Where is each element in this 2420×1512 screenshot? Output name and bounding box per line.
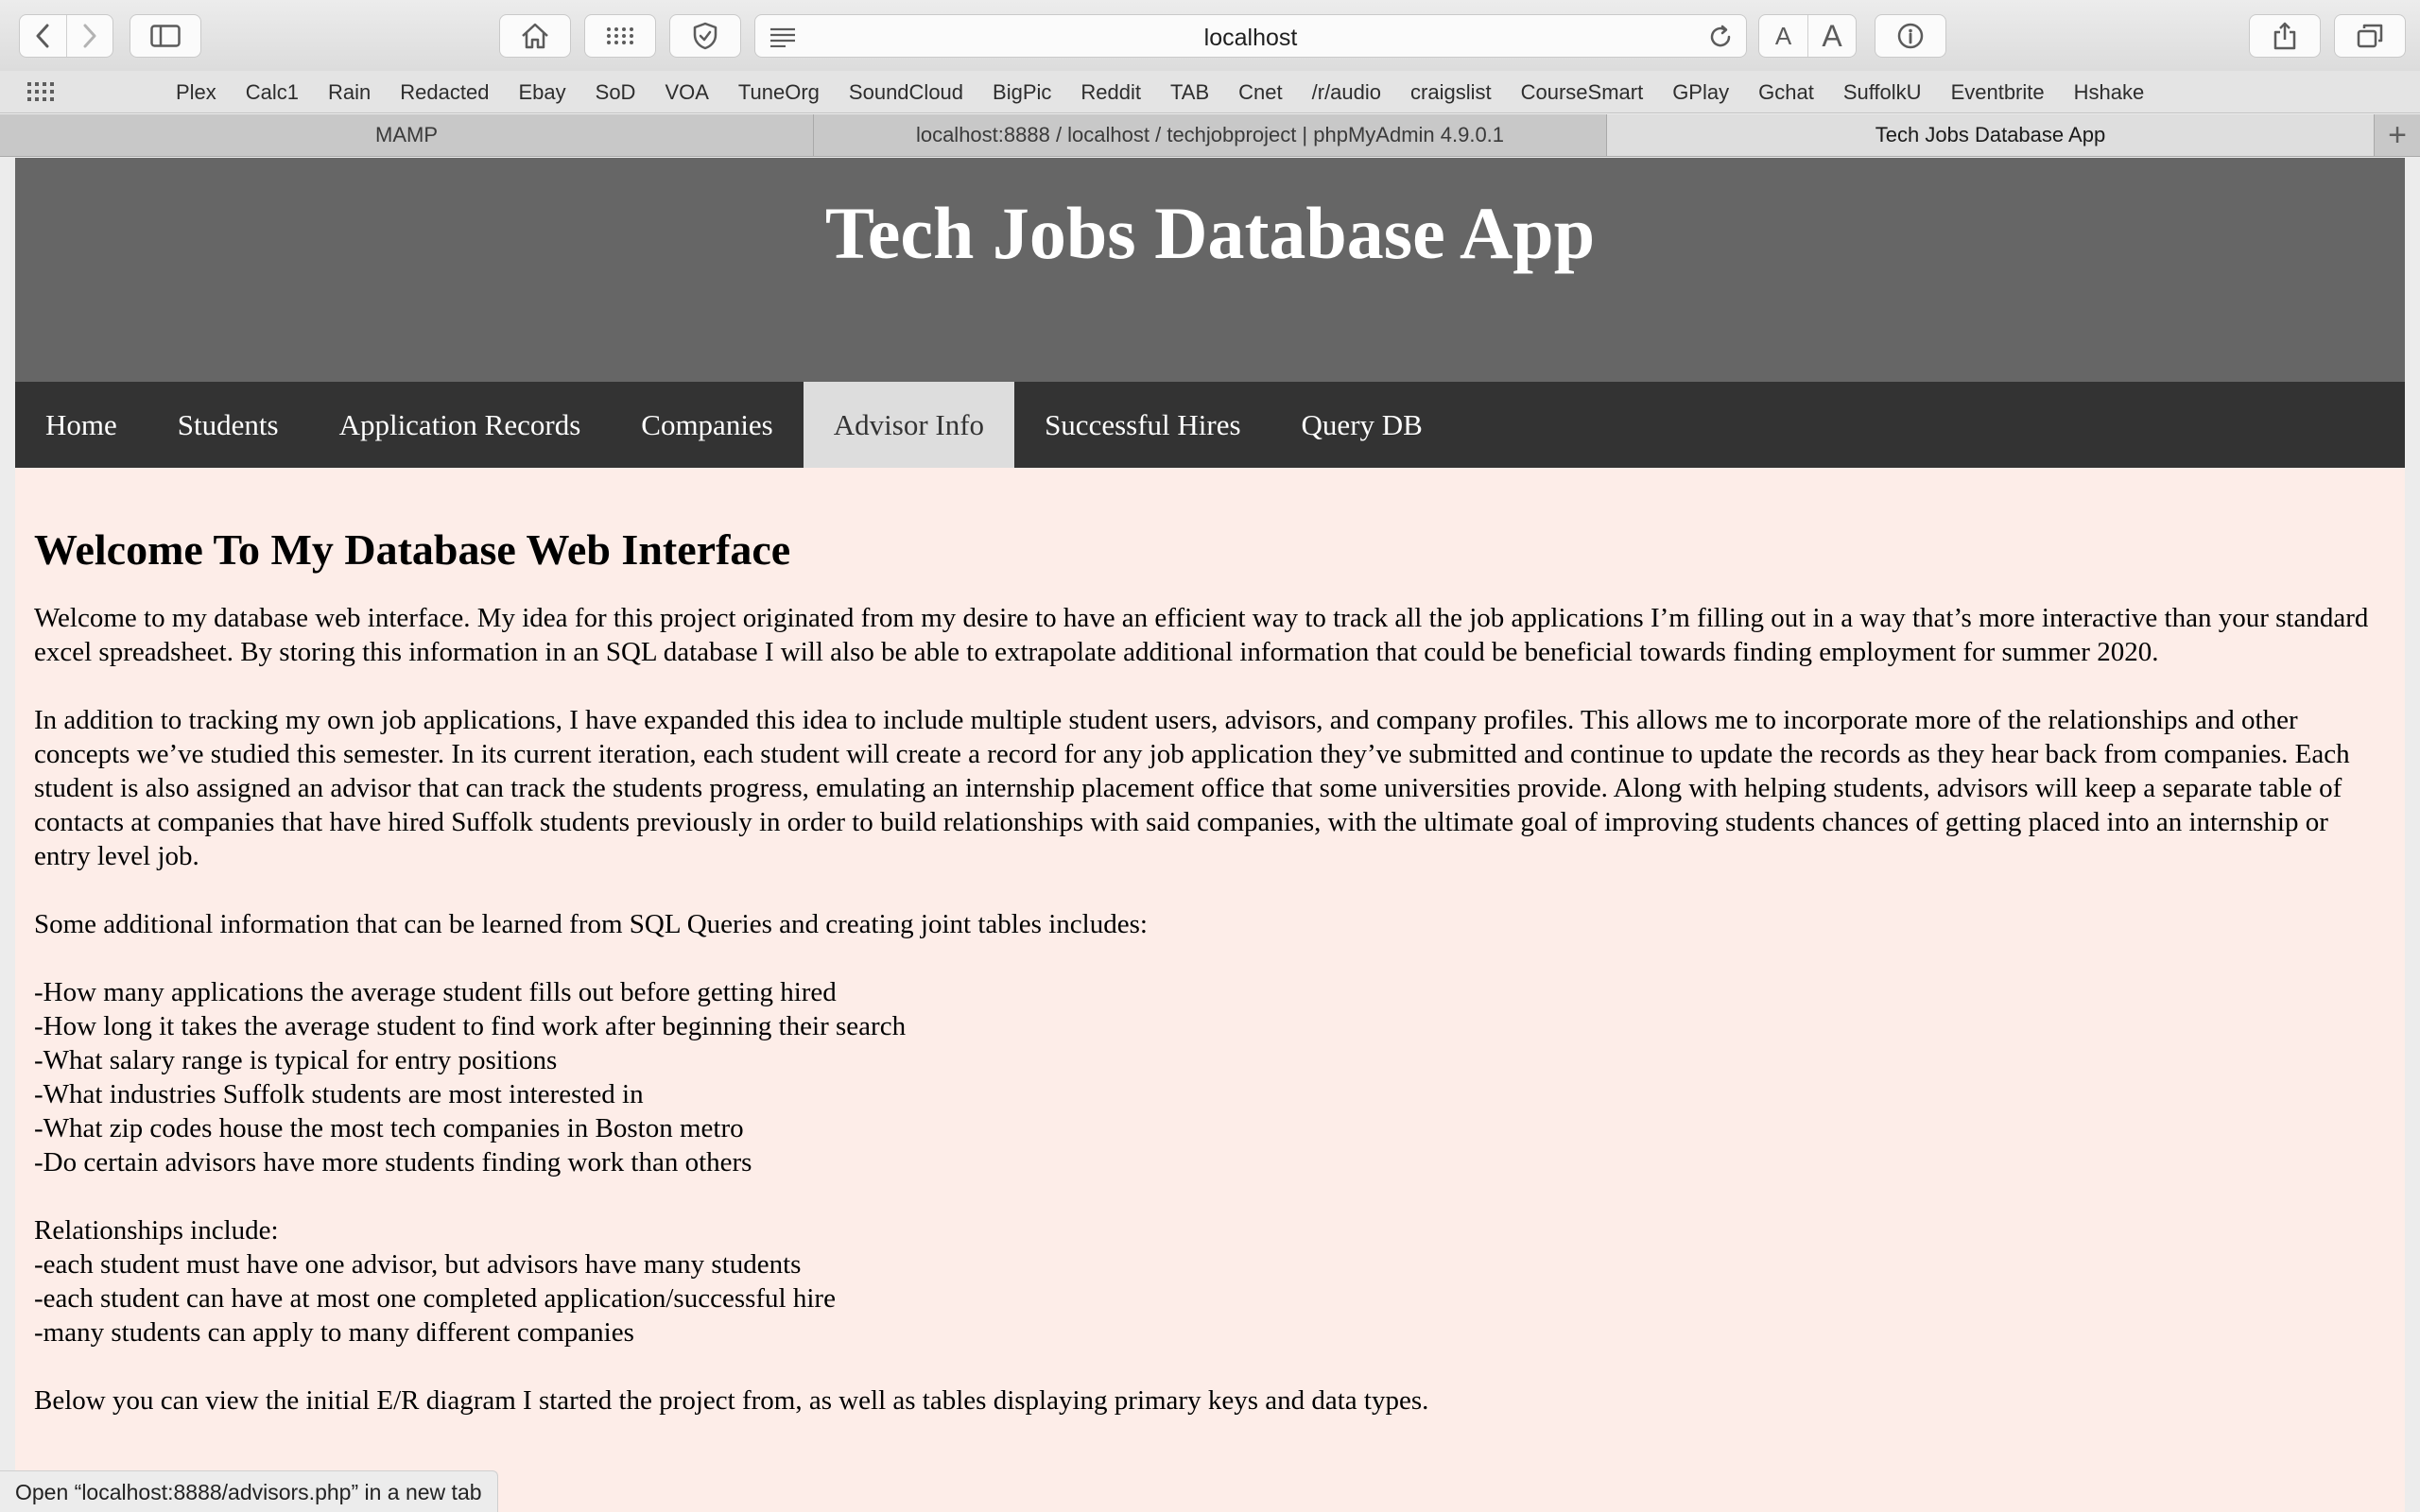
home-button[interactable]: [499, 14, 571, 58]
favorite-link[interactable]: Gchat: [1758, 80, 1814, 105]
font-smaller-button[interactable]: A: [1759, 15, 1807, 57]
favorite-link[interactable]: GPlay: [1672, 80, 1729, 105]
chevron-right-icon: [83, 24, 96, 48]
nav-advisor-info[interactable]: Advisor Info: [803, 382, 1015, 468]
address-bar[interactable]: localhost: [754, 14, 1747, 58]
favorite-link[interactable]: CourseSmart: [1521, 80, 1644, 105]
favorite-link[interactable]: BigPic: [993, 80, 1051, 105]
query-item: -What industries Suffolk students are mo…: [34, 1079, 644, 1109]
tabs-overview-icon: [2357, 24, 2383, 48]
share-icon: [2273, 22, 2296, 50]
closing-paragraph: Below you can view the initial E/R diagr…: [34, 1385, 1429, 1416]
address-url: localhost: [1203, 25, 1298, 51]
font-larger-button[interactable]: A: [1806, 15, 1856, 57]
nav-companies[interactable]: Companies: [611, 382, 804, 468]
site-header: Tech Jobs Database App: [15, 158, 2405, 382]
favorite-link[interactable]: TAB: [1170, 80, 1209, 105]
favorite-link[interactable]: craigslist: [1410, 80, 1492, 105]
sidebar-button[interactable]: [130, 14, 201, 58]
tab-phpmyadmin[interactable]: localhost:8888 / localhost / techjobproj…: [814, 114, 1607, 156]
favorite-link[interactable]: /r/audio: [1312, 80, 1381, 105]
grid-icon: [607, 27, 633, 44]
share-button[interactable]: [2249, 14, 2321, 58]
favorite-link[interactable]: Reddit: [1080, 80, 1141, 105]
intro-paragraph: Welcome to my database web interface. My…: [34, 603, 2369, 667]
tab-bar: MAMP localhost:8888 / localhost / techjo…: [0, 114, 2420, 157]
font-size-buttons: A A: [1758, 14, 1857, 58]
intro-paragraph: In addition to tracking my own job appli…: [34, 705, 2350, 871]
welcome-heading: Welcome To My Database Web Interface: [34, 525, 791, 574]
tab-mamp[interactable]: MAMP: [0, 114, 814, 156]
nav-query-db[interactable]: Query DB: [1271, 382, 1453, 468]
nav-home[interactable]: Home: [15, 382, 147, 468]
browser-toolbar: localhost A A: [0, 0, 2420, 71]
nav-successful-hires[interactable]: Successful Hires: [1014, 382, 1270, 468]
tab-tech-jobs-active[interactable]: Tech Jobs Database App: [1607, 114, 2375, 156]
back-forward-buttons: [19, 14, 113, 58]
favorite-link[interactable]: Cnet: [1238, 80, 1282, 105]
relationship-item: -many students can apply to many differe…: [34, 1317, 634, 1348]
query-item: -Do certain advisors have more students …: [34, 1147, 752, 1177]
info-icon: [1897, 23, 1924, 49]
privacy-button[interactable]: [669, 14, 741, 58]
query-item: -How many applications the average stude…: [34, 977, 837, 1007]
relationships-intro: Relationships include:: [34, 1215, 279, 1246]
forward-button[interactable]: [65, 15, 112, 57]
relationship-item: -each student must have one advisor, but…: [34, 1249, 802, 1280]
new-tab-button[interactable]: +: [2375, 114, 2420, 156]
web-page: Tech Jobs Database App Home Students App…: [15, 158, 2405, 1512]
info-button[interactable]: [1875, 14, 1946, 58]
show-tabs-button[interactable]: [2334, 14, 2406, 58]
link-status-tooltip: Open “localhost:8888/advisors.php” in a …: [0, 1470, 498, 1512]
favorite-link[interactable]: Hshake: [2074, 80, 2145, 105]
sidebar-icon: [150, 25, 181, 47]
favorite-link[interactable]: Plex: [176, 80, 216, 105]
nav-application-records[interactable]: Application Records: [309, 382, 612, 468]
site-title: Tech Jobs Database App: [824, 192, 1596, 274]
site-nav: Home Students Application Records Compan…: [15, 382, 2405, 468]
top-sites-button[interactable]: [584, 14, 656, 58]
shield-icon: [693, 22, 717, 50]
chevron-left-icon: [36, 24, 49, 48]
favorite-link[interactable]: Rain: [328, 80, 371, 105]
query-item: -What salary range is typical for entry …: [34, 1045, 558, 1075]
favorites-bar: Plex Calc1 Rain Redacted Ebay SoD VOA Tu…: [0, 71, 2420, 113]
relationship-item: -each student can have at most one compl…: [34, 1283, 836, 1314]
back-button[interactable]: [20, 15, 66, 57]
main-content: Welcome To My Database Web Interface Wel…: [15, 468, 2405, 1418]
favorite-link[interactable]: SuffolkU: [1843, 80, 1922, 105]
favorites-grid-icon[interactable]: [26, 80, 55, 103]
queries-intro: Some additional information that can be …: [34, 909, 1148, 939]
favorite-link[interactable]: SoD: [596, 80, 636, 105]
favorites-list: Plex Calc1 Rain Redacted Ebay SoD VOA Tu…: [176, 71, 2173, 113]
favorite-link[interactable]: SoundCloud: [849, 80, 963, 105]
favorite-link[interactable]: Ebay: [518, 80, 565, 105]
query-item: -How long it takes the average student t…: [34, 1011, 907, 1041]
query-item: -What zip codes house the most tech comp…: [34, 1113, 744, 1143]
reload-icon[interactable]: [1708, 25, 1733, 49]
favorite-link[interactable]: TuneOrg: [738, 80, 820, 105]
favorite-link[interactable]: Eventbrite: [1951, 80, 2045, 105]
favorite-link[interactable]: Calc1: [246, 80, 299, 105]
favorite-link[interactable]: Redacted: [400, 80, 489, 105]
favorite-link[interactable]: VOA: [665, 80, 708, 105]
home-icon: [522, 23, 548, 49]
nav-students[interactable]: Students: [147, 382, 309, 468]
